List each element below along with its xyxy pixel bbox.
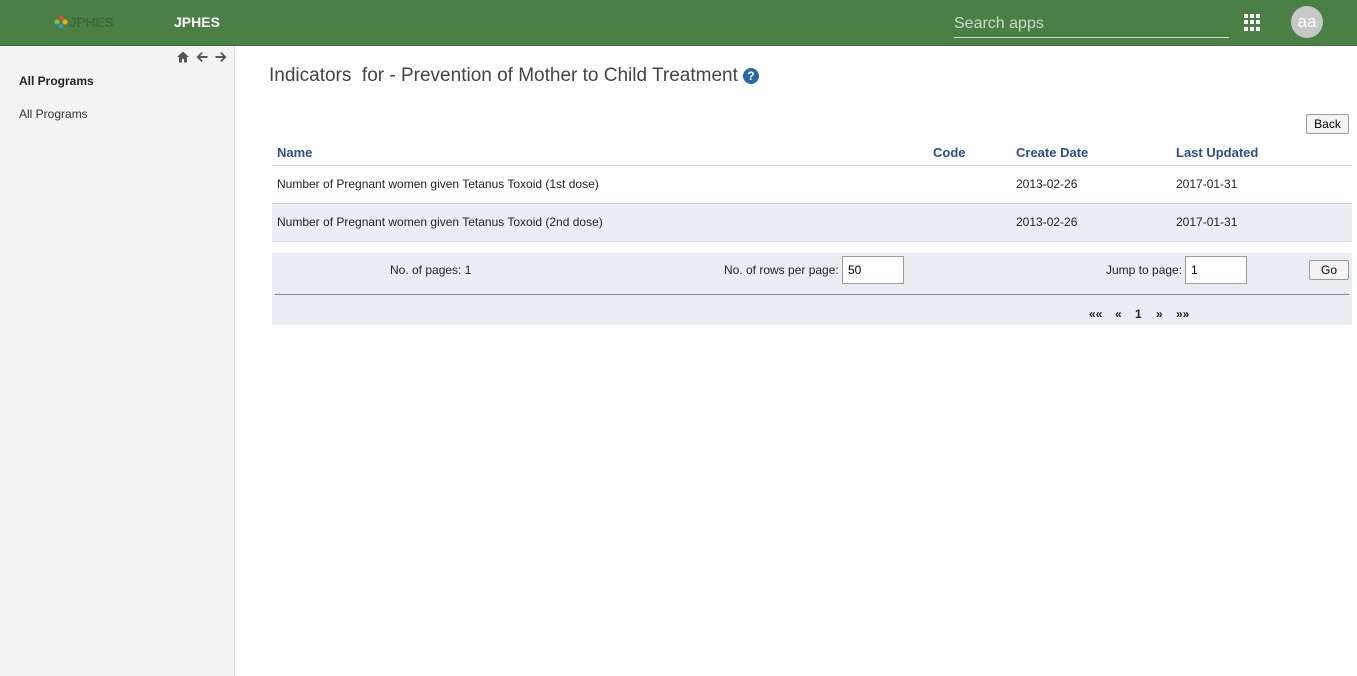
indicators-table: Name Code Create Date Last Updated Numbe… [272,141,1352,242]
cell-name: Number of Pregnant women given Tetanus T… [272,165,928,204]
previous-page-link[interactable]: « [1115,307,1122,321]
rows-per-page-input[interactable] [842,256,904,284]
go-button[interactable]: Go [1309,260,1349,280]
first-page-link[interactable]: «« [1089,307,1102,321]
user-avatar[interactable]: aa [1291,6,1323,38]
sidebar-item-all-programs[interactable]: All Programs [19,107,88,121]
cell-last-updated: 2017-01-31 [1171,165,1352,204]
column-header-name[interactable]: Name [272,141,928,166]
app-title: JPHES [174,14,220,30]
search-apps-input[interactable] [954,11,1229,38]
sidebar-heading: All Programs [19,74,94,88]
page-title: Indicators for - Prevention of Mother to… [269,65,759,87]
pagination-panel: No. of pages: 1 No. of rows per page: Ju… [272,253,1352,325]
cell-name: Number of Pregnant women given Tetanus T… [272,203,928,242]
page-title-text: Indicators for - Prevention of Mother to… [269,65,738,86]
column-header-last-updated[interactable]: Last Updated [1171,141,1352,166]
cell-code [928,203,1011,242]
table-row[interactable]: Number of Pregnant women given Tetanus T… [272,165,1352,204]
column-header-create-date[interactable]: Create Date [1011,141,1171,166]
logo-text: JPHES [69,14,114,30]
current-page-number[interactable]: 1 [1135,307,1142,321]
sidebar: All Programs All Programs [0,46,235,676]
jump-to-page-input[interactable] [1185,256,1247,284]
cell-code [928,165,1011,204]
help-circle-icon[interactable]: ? [742,68,759,84]
top-bar: JPHES JPHES aa [0,0,1357,46]
back-button[interactable]: Back [1306,114,1349,134]
logo-mark-icon [54,15,68,29]
app-logo[interactable]: JPHES [54,12,114,32]
home-icon[interactable] [176,50,190,64]
rows-per-page-label: No. of rows per page: [724,263,839,277]
arrow-right-icon[interactable] [214,50,228,64]
cell-create-date: 2013-02-26 [1011,203,1171,242]
jump-to-page-label: Jump to page: [1106,263,1183,277]
table-row[interactable]: Number of Pregnant women given Tetanus T… [272,203,1352,242]
table-header-row: Name Code Create Date Last Updated [272,141,1352,166]
cell-last-updated: 2017-01-31 [1171,203,1352,242]
cell-create-date: 2013-02-26 [1011,165,1171,204]
next-page-link[interactable]: » [1156,307,1163,321]
apps-grid-icon[interactable] [1244,14,1261,31]
last-page-link[interactable]: »» [1176,307,1189,321]
pages-count-label: No. of pages: 1 [390,263,472,277]
column-header-code[interactable]: Code [928,141,1011,166]
arrow-left-icon[interactable] [195,50,209,64]
pager-divider [275,294,1349,295]
sidebar-nav-icons [176,50,228,64]
